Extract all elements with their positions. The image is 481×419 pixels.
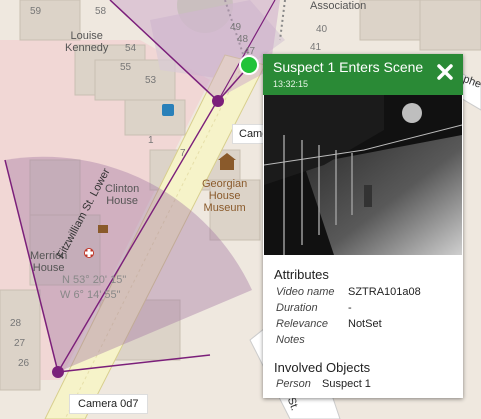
- attribute-value: -: [348, 302, 352, 314]
- place-louise-kennedy: Louise Kennedy: [65, 30, 109, 54]
- active-event-marker[interactable]: [239, 55, 259, 75]
- attribute-key: Notes: [276, 334, 305, 346]
- house-number: 27: [14, 338, 26, 349]
- attribute-key: Duration: [276, 302, 318, 314]
- attributes-heading: Attributes: [274, 267, 329, 282]
- house-number: 47: [244, 46, 256, 57]
- house-number: 53: [145, 75, 157, 86]
- house-number: 55: [120, 62, 132, 73]
- attribute-row: Video name SZTRA101a08: [276, 286, 421, 298]
- coords-lat: N 53° 20' 15": [62, 274, 127, 286]
- camera-label-lower[interactable]: Camera 0d7: [69, 394, 148, 414]
- close-icon[interactable]: [435, 62, 455, 82]
- place-georgian-museum: Georgian House Museum: [202, 178, 248, 214]
- camera-marker-lower[interactable]: [52, 366, 64, 378]
- popup-title: Suspect 1 Enters Scene: [273, 59, 424, 75]
- attribute-key: Video name: [276, 286, 335, 298]
- attribute-row: Duration -: [276, 302, 352, 314]
- attribute-row: Relevance NotSet: [276, 318, 382, 330]
- object-row: Person Suspect 1: [276, 378, 371, 390]
- house-number: 7: [180, 148, 186, 159]
- attribute-value: SZTRA101a08: [348, 286, 421, 298]
- attribute-key: Relevance: [276, 318, 328, 330]
- house-number: 28: [10, 318, 22, 329]
- house-number: 1: [148, 135, 154, 146]
- house-number: 40: [316, 24, 328, 35]
- object-value: Suspect 1: [322, 378, 371, 390]
- fuel-icon: [162, 104, 174, 116]
- place-association: Association: [310, 0, 367, 12]
- cafe-icon: [98, 225, 108, 233]
- place-clinton-house: Clinton House: [105, 183, 140, 207]
- popup-header: Suspect 1 Enters Scene 13:32:15: [263, 54, 463, 95]
- attribute-value: NotSet: [348, 318, 382, 330]
- object-key: Person: [276, 378, 311, 390]
- coords-lon: W 6° 14' 55": [60, 289, 121, 301]
- house-number: 59: [30, 6, 42, 17]
- house-number: 49: [230, 22, 242, 33]
- house-number: 58: [95, 6, 107, 17]
- event-popup[interactable]: Suspect 1 Enters Scene 13:32:15 Attribut…: [263, 54, 463, 398]
- house-number: 54: [125, 43, 137, 54]
- involved-objects-heading: Involved Objects: [274, 360, 371, 375]
- attribute-row: Notes: [276, 334, 348, 346]
- house-number: 26: [18, 358, 30, 369]
- video-thumbnail[interactable]: [264, 95, 462, 255]
- camera-marker-upper[interactable]: [212, 95, 224, 107]
- house-number: 48: [237, 34, 249, 45]
- popup-time: 13:32:15: [273, 79, 309, 89]
- house-number: 41: [310, 42, 322, 53]
- hospital-icon: [84, 248, 94, 258]
